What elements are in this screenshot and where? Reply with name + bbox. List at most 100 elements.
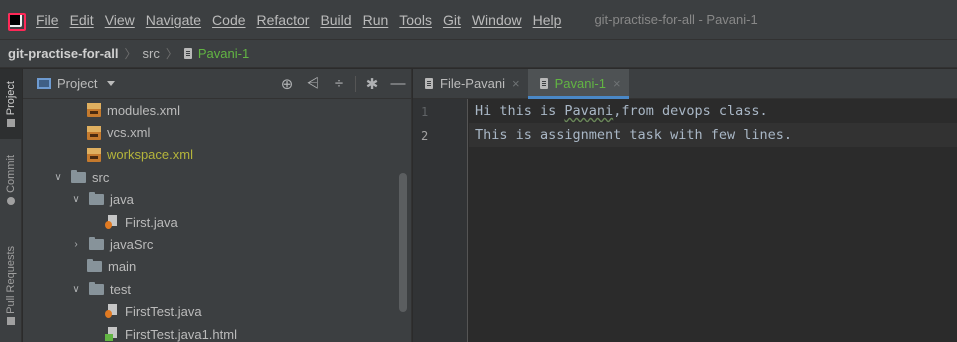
- tree-node[interactable]: ∨ java: [23, 189, 411, 211]
- tool-tab-project-label: Project: [5, 80, 17, 116]
- tree-node-label: FirstTest.java1.html: [125, 326, 237, 342]
- close-icon[interactable]: ×: [512, 76, 520, 91]
- tab-file-pavani[interactable]: File-Pavani ×: [413, 69, 528, 98]
- tree-node-label: javaSrc: [110, 237, 154, 253]
- menu-window[interactable]: Window: [472, 12, 522, 28]
- tool-tab-project[interactable]: Project: [0, 69, 22, 139]
- code-text: Hi this is: [475, 103, 565, 119]
- tree-node[interactable]: ∨ src: [23, 166, 411, 188]
- chevron-right-icon: 〉: [165, 47, 178, 61]
- tree-node[interactable]: modules.xml: [23, 99, 411, 121]
- menu-tools[interactable]: Tools: [399, 12, 432, 28]
- tab-label: Pavani-1: [554, 76, 606, 91]
- intellij-logo-icon[interactable]: [8, 12, 26, 31]
- tree-node-label: java: [110, 192, 134, 208]
- chevron-right-icon[interactable]: ›: [69, 239, 83, 250]
- breadcrumb-file[interactable]: Pavani-1: [183, 46, 250, 61]
- text-file-icon: [539, 78, 548, 89]
- tool-tab-pull-requests[interactable]: Pull Requests: [0, 229, 22, 342]
- tree-node-label: main: [108, 259, 137, 275]
- menu-build[interactable]: Build: [320, 12, 351, 28]
- toolbar-divider: [355, 75, 356, 92]
- editor-tabs: File-Pavani × Pavani-1 ×: [413, 69, 957, 99]
- crosshair-icon[interactable]: ⊕: [274, 75, 300, 93]
- menu-refactor[interactable]: Refactor: [257, 12, 310, 28]
- breadcrumb-folder[interactable]: src: [143, 46, 160, 61]
- close-icon[interactable]: ×: [613, 76, 621, 91]
- code-text: This is assignment task with few lines.: [475, 127, 792, 143]
- minimize-icon[interactable]: —: [385, 75, 411, 92]
- line-number: 2: [421, 129, 429, 143]
- chevron-down-icon[interactable]: ∨: [69, 194, 83, 205]
- tool-tab-commit-label: Commit: [5, 155, 17, 193]
- java-file-icon: [105, 214, 119, 230]
- menu-edit[interactable]: Edit: [70, 12, 94, 28]
- gear-icon[interactable]: ✱: [359, 75, 385, 93]
- tree-node[interactable]: vcs.xml: [23, 121, 411, 143]
- expand-all-icon[interactable]: ⩤: [300, 75, 326, 92]
- tree-node-label: src: [92, 169, 110, 185]
- tab-label: File-Pavani: [440, 76, 506, 91]
- pull-request-icon: [7, 317, 15, 326]
- tool-window-stripe: Project Commit Pull Requests: [0, 69, 22, 342]
- tree-node[interactable]: main: [23, 256, 411, 278]
- menu-bar: File Edit View Navigate Code Refactor Bu…: [0, 0, 957, 40]
- project-panel: Project ⊕ ⩤ ÷ ✱ — modules.xml vcs.xml work…: [23, 69, 412, 342]
- code-text: ,from devops class.: [613, 103, 768, 119]
- tree-node[interactable]: ∨ test: [23, 278, 411, 300]
- xml-file-icon: [87, 103, 101, 118]
- code-line[interactable]: Hi this is Pavani,from devops class.: [469, 99, 957, 123]
- chevron-down-icon[interactable]: [107, 81, 116, 86]
- window-title: git-practise-for-all - Pavani-1: [594, 12, 758, 27]
- tree-node-label: modules.xml: [107, 102, 180, 118]
- project-window-icon: [37, 78, 51, 89]
- tree-node[interactable]: FirstTest.java1.html: [23, 323, 411, 342]
- folder-icon: [71, 169, 86, 183]
- project-view-selector[interactable]: Project: [57, 76, 97, 91]
- chevron-down-icon[interactable]: ∨: [51, 172, 65, 183]
- line-number: 1: [421, 105, 429, 119]
- chevron-down-icon[interactable]: ∨: [69, 284, 83, 295]
- tree-node[interactable]: › javaSrc: [23, 233, 411, 255]
- project-tree: modules.xml vcs.xml workspace.xml ∨ src ∨ java…: [23, 99, 411, 342]
- tree-node-label: FirstTest.java: [125, 304, 202, 320]
- menu-view[interactable]: View: [105, 12, 135, 28]
- project-panel-header: Project ⊕ ⩤ ÷ ✱ —: [23, 69, 411, 99]
- folder-icon: [7, 119, 15, 128]
- menu-run[interactable]: Run: [363, 12, 389, 28]
- breadcrumb-file-label: Pavani-1: [197, 46, 250, 61]
- tab-pavani-1[interactable]: Pavani-1 ×: [527, 69, 629, 99]
- collapse-all-icon[interactable]: ÷: [326, 75, 352, 92]
- tree-node-label: test: [110, 281, 131, 297]
- tree-node-label: vcs.xml: [107, 125, 151, 141]
- tree-node[interactable]: FirstTest.java: [23, 301, 411, 323]
- xml-file-icon: [87, 147, 101, 162]
- menu-git[interactable]: Git: [443, 12, 461, 28]
- line-number-gutter: 1 2: [413, 99, 468, 342]
- editor-area: File-Pavani × Pavani-1 × 1 2 Hi this is …: [413, 69, 957, 342]
- breadcrumb-project[interactable]: git-practise-for-all: [8, 46, 119, 61]
- tool-tab-pull-requests-label: Pull Requests: [5, 245, 17, 314]
- text-file-icon: [425, 78, 433, 89]
- breadcrumb: git-practise-for-all 〉 src 〉 Pavani-1: [0, 40, 957, 68]
- xml-file-icon: [87, 125, 101, 140]
- code-line-current[interactable]: This is assignment task with few lines.: [469, 123, 957, 147]
- tree-node-label: First.java: [125, 214, 178, 230]
- code-editor[interactable]: Hi this is Pavani,from devops class. Thi…: [469, 99, 957, 342]
- folder-icon: [89, 281, 104, 295]
- tree-node[interactable]: First.java: [23, 211, 411, 233]
- menu-code[interactable]: Code: [212, 12, 245, 28]
- folder-icon: [89, 237, 104, 251]
- menu-help[interactable]: Help: [533, 12, 562, 28]
- chevron-right-icon: 〉: [124, 47, 137, 61]
- text-file-icon: [183, 48, 192, 59]
- folder-icon: [87, 259, 102, 273]
- tool-tab-commit[interactable]: Commit: [0, 145, 22, 215]
- menu-file[interactable]: File: [36, 12, 59, 28]
- tree-scrollbar[interactable]: [399, 173, 407, 312]
- commit-icon: [7, 196, 15, 205]
- tree-node[interactable]: workspace.xml: [23, 144, 411, 166]
- menu-navigate[interactable]: Navigate: [146, 12, 201, 28]
- java-file-icon: [105, 304, 119, 319]
- tree-node-label: workspace.xml: [107, 147, 193, 163]
